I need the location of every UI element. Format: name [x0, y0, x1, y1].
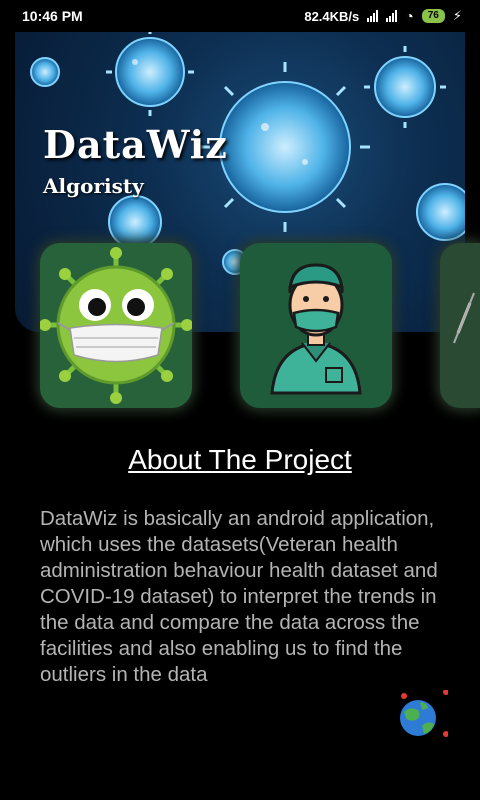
doctor-icon: [270, 263, 362, 395]
status-time: 10:46 PM: [22, 8, 83, 24]
network-speed: 82.4KB/s: [304, 8, 360, 24]
battery-icon: 76: [421, 9, 445, 23]
status-icons: 82.4KB/s ◔ 76 ⚡: [304, 8, 462, 24]
globe-icon: [400, 689, 449, 737]
signal-2-icon: [386, 10, 398, 22]
charging-icon: ⚡: [452, 8, 462, 23]
card-doctor[interactable]: [240, 243, 392, 408]
app-subtitle: Algoristy: [43, 174, 144, 198]
status-bar: 10:46 PM 82.4KB/s ◔ 76 ⚡: [0, 0, 480, 32]
card-virus[interactable]: [40, 243, 192, 408]
about-title: About The Project: [128, 444, 352, 475]
globe-floating-button[interactable]: [396, 689, 449, 742]
app-title: DataWiz: [43, 122, 228, 167]
card-partial[interactable]: [440, 243, 480, 408]
wifi-icon: ◔: [405, 8, 414, 24]
about-description: DataWiz is basically an android applicat…: [40, 507, 438, 686]
masked-virus-icon: [40, 247, 192, 404]
signal-1-icon: [367, 10, 379, 22]
partial-card-icon: [453, 292, 475, 344]
